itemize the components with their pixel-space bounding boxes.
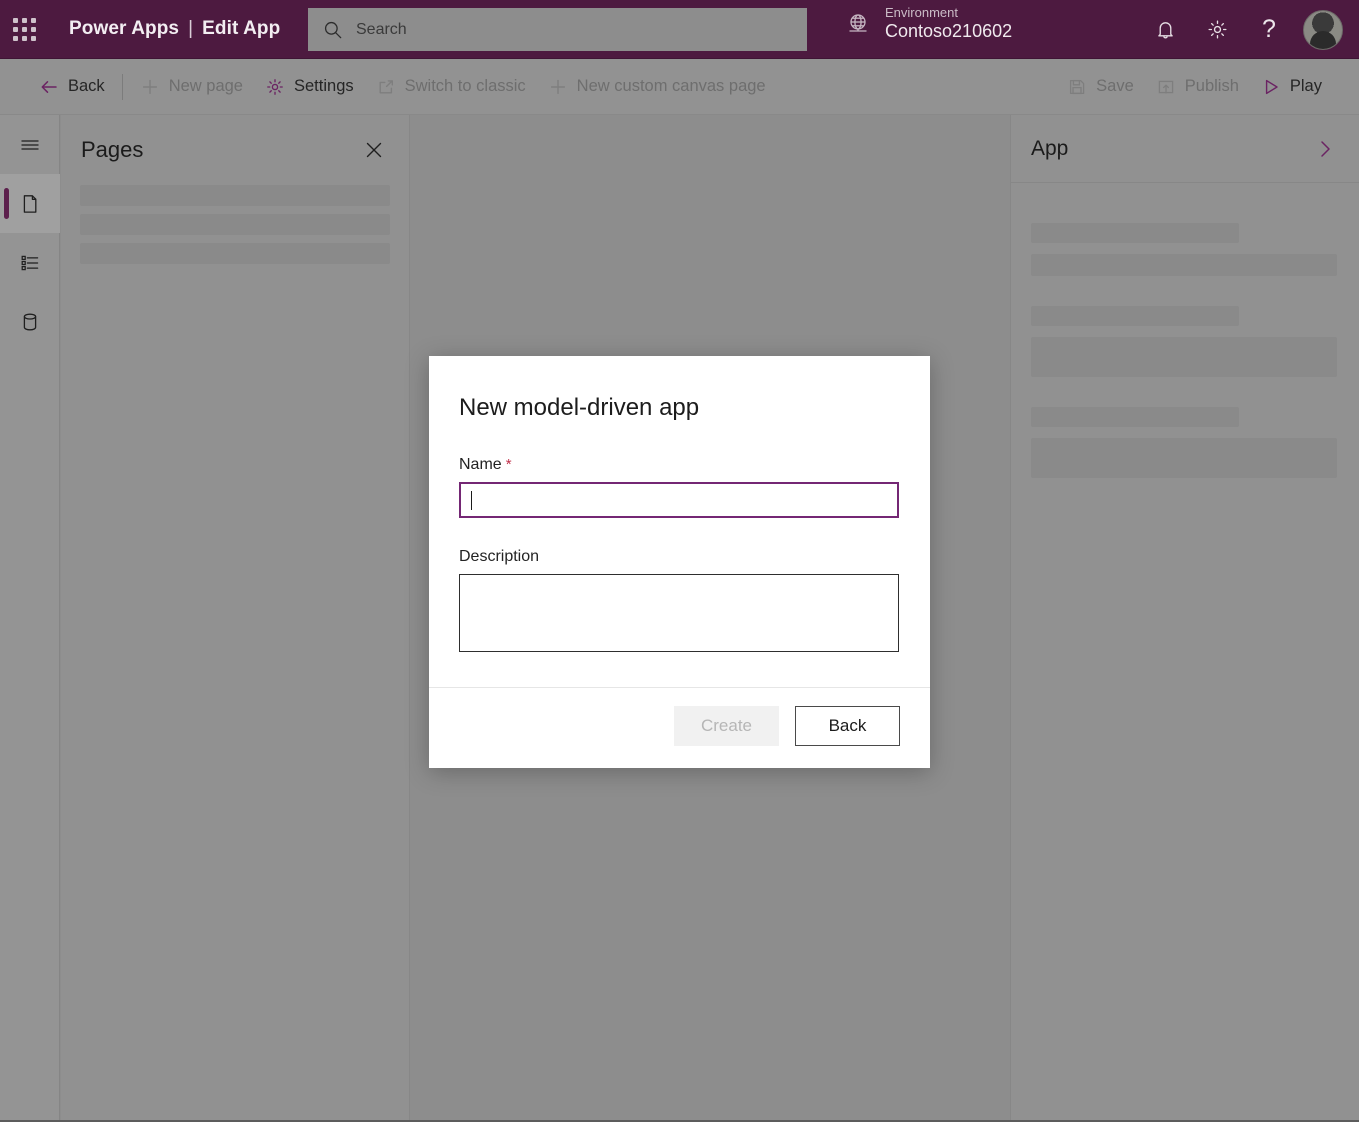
app-launcher-button[interactable] xyxy=(0,0,48,59)
environment-name: Contoso210602 xyxy=(885,21,1012,42)
pages-panel-header: Pages xyxy=(61,115,409,163)
plus-icon xyxy=(140,77,160,97)
search-input[interactable]: Search xyxy=(308,8,807,51)
search-icon xyxy=(322,19,344,41)
play-button[interactable]: Play xyxy=(1250,67,1333,107)
bell-icon xyxy=(1154,18,1177,41)
dialog-footer: Create Back xyxy=(429,687,930,768)
header-actions: ? xyxy=(1139,0,1347,59)
name-label-text: Name xyxy=(459,456,502,474)
left-rail xyxy=(0,115,60,1120)
list-item xyxy=(1031,223,1337,276)
gear-icon xyxy=(1206,18,1229,41)
pages-skeleton-list xyxy=(61,163,409,264)
environment-selector[interactable]: Environment Contoso210602 xyxy=(845,6,1012,42)
page-icon xyxy=(19,193,41,215)
publish-label: Publish xyxy=(1185,77,1239,96)
switch-to-classic-label: Switch to classic xyxy=(405,77,526,96)
new-model-driven-app-dialog: New model-driven app Name * Description … xyxy=(429,356,930,768)
text-caret xyxy=(471,491,472,510)
sidebar-item-navigation[interactable] xyxy=(0,233,60,292)
dialog-body: New model-driven app Name * Description xyxy=(429,356,930,687)
globe-icon xyxy=(845,11,871,37)
settings-button[interactable] xyxy=(1191,0,1243,59)
selection-indicator xyxy=(4,188,9,219)
back-button[interactable]: Back xyxy=(28,67,116,107)
list-item xyxy=(80,185,390,206)
sidebar-item-pages[interactable] xyxy=(0,174,60,233)
description-label-text: Description xyxy=(459,548,539,566)
brand-title[interactable]: Power Apps | Edit App xyxy=(69,18,280,40)
gear-icon xyxy=(265,77,285,97)
back-dialog-button[interactable]: Back xyxy=(795,706,900,746)
brand-separator: | xyxy=(188,18,193,40)
command-bar: Back New page Settings Switch to class xyxy=(0,59,1359,115)
app-launcher-waffle-icon xyxy=(13,18,36,41)
plus-icon xyxy=(548,77,568,97)
page-title: Pages xyxy=(81,137,143,163)
pages-panel: Pages xyxy=(61,115,410,1120)
new-custom-canvas-page-label: New custom canvas page xyxy=(577,77,766,96)
sidebar-item-data[interactable] xyxy=(0,292,60,351)
publish-button[interactable]: Publish xyxy=(1145,67,1250,107)
settings-command-button[interactable]: Settings xyxy=(254,67,365,107)
back-button-label: Back xyxy=(68,77,105,96)
play-icon xyxy=(1261,77,1281,97)
app-properties-panel: App xyxy=(1010,115,1359,1120)
hamburger-icon xyxy=(19,134,41,156)
notifications-button[interactable] xyxy=(1139,0,1191,59)
open-in-new-icon xyxy=(376,77,396,97)
command-bar-right-group: Save Publish Play xyxy=(1056,67,1333,107)
new-custom-canvas-page-button[interactable]: New custom canvas page xyxy=(537,67,777,107)
app-skeleton-list xyxy=(1011,183,1359,478)
environment-label: Environment xyxy=(885,6,1012,21)
description-input[interactable] xyxy=(459,574,899,652)
new-page-button[interactable]: New page xyxy=(129,67,254,107)
navigation-list-icon xyxy=(19,252,41,274)
list-item xyxy=(1031,306,1337,377)
list-item xyxy=(80,214,390,235)
switch-to-classic-button[interactable]: Switch to classic xyxy=(365,67,537,107)
save-icon xyxy=(1067,77,1087,97)
description-field-label: Description xyxy=(459,548,900,566)
publish-icon xyxy=(1156,77,1176,97)
list-item xyxy=(80,243,390,264)
save-button[interactable]: Save xyxy=(1056,67,1145,107)
settings-command-label: Settings xyxy=(294,77,354,96)
command-bar-left-group: Back New page Settings Switch to class xyxy=(28,67,777,107)
command-bar-divider xyxy=(122,74,123,100)
create-button[interactable]: Create xyxy=(674,706,779,746)
search-placeholder: Search xyxy=(356,21,407,39)
sidebar-item-menu[interactable] xyxy=(0,115,60,174)
database-icon xyxy=(19,311,41,333)
arrow-left-icon xyxy=(39,77,59,97)
name-field-label: Name * xyxy=(459,456,900,474)
close-icon[interactable] xyxy=(361,137,387,163)
brand-name: Power Apps xyxy=(69,18,179,40)
new-page-label: New page xyxy=(169,77,243,96)
name-field-wrapper xyxy=(459,482,900,518)
save-label: Save xyxy=(1096,77,1134,96)
required-asterisk: * xyxy=(506,456,512,473)
app-header: Power Apps | Edit App Search Environment… xyxy=(0,0,1359,59)
app-panel-title: App xyxy=(1031,137,1068,161)
chevron-right-icon[interactable] xyxy=(1313,137,1337,161)
name-input[interactable] xyxy=(459,482,899,518)
help-icon: ? xyxy=(1262,17,1276,42)
app-panel-header: App xyxy=(1011,115,1359,183)
app-mode-label: Edit App xyxy=(202,18,280,40)
dialog-title: New model-driven app xyxy=(459,394,900,422)
list-item xyxy=(1031,407,1337,478)
avatar[interactable] xyxy=(1303,10,1343,50)
play-label: Play xyxy=(1290,77,1322,96)
help-button[interactable]: ? xyxy=(1243,0,1295,59)
